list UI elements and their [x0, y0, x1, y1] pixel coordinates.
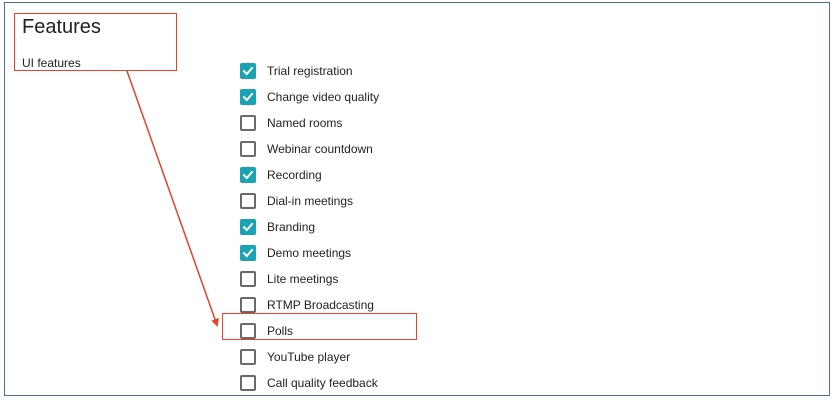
checkbox-change-video-quality[interactable]: [240, 89, 256, 105]
checkbox-trial-registration[interactable]: [240, 63, 256, 79]
feature-item-webinar-countdown[interactable]: Webinar countdown: [240, 136, 379, 162]
checkmark-icon: [242, 66, 254, 76]
feature-label: Trial registration: [267, 64, 353, 78]
feature-label: Branding: [267, 220, 316, 234]
feature-label: YouTube player: [267, 350, 351, 364]
feature-label: Dial-in meetings: [267, 194, 354, 208]
feature-item-demo-meetings[interactable]: Demo meetings: [240, 240, 379, 266]
checkbox-call-quality-feedback[interactable]: [240, 375, 256, 391]
feature-label: Lite meetings: [267, 272, 339, 286]
feature-label: RTMP Broadcasting: [267, 298, 374, 312]
feature-item-polls[interactable]: Polls: [240, 318, 379, 344]
feature-item-call-quality-feedback[interactable]: Call quality feedback: [240, 370, 379, 396]
header-highlight-box: [14, 13, 177, 71]
checkmark-icon: [242, 92, 254, 102]
feature-label: Named rooms: [267, 116, 343, 130]
checkmark-icon: [242, 170, 254, 180]
checkbox-recording[interactable]: [240, 167, 256, 183]
checkbox-rtmp-broadcasting[interactable]: [240, 297, 256, 313]
feature-item-recording[interactable]: Recording: [240, 162, 379, 188]
feature-item-change-video-quality[interactable]: Change video quality: [240, 84, 379, 110]
feature-item-trial-registration[interactable]: Trial registration: [240, 58, 379, 84]
checkmark-icon: [242, 222, 254, 232]
checkbox-webinar-countdown[interactable]: [240, 141, 256, 157]
feature-item-named-rooms[interactable]: Named rooms: [240, 110, 379, 136]
feature-label: Webinar countdown: [267, 142, 373, 156]
feature-item-lite-meetings[interactable]: Lite meetings: [240, 266, 379, 292]
checkbox-branding[interactable]: [240, 219, 256, 235]
feature-item-youtube-player[interactable]: YouTube player: [240, 344, 379, 370]
feature-label: Call quality feedback: [267, 376, 378, 390]
checkbox-polls[interactable]: [240, 323, 256, 339]
checkbox-demo-meetings[interactable]: [240, 245, 256, 261]
checkbox-lite-meetings[interactable]: [240, 271, 256, 287]
checkbox-named-rooms[interactable]: [240, 115, 256, 131]
checkbox-dial-in-meetings[interactable]: [240, 193, 256, 209]
checkmark-icon: [242, 248, 254, 258]
feature-item-rtmp-broadcasting[interactable]: RTMP Broadcasting: [240, 292, 379, 318]
feature-item-branding[interactable]: Branding: [240, 214, 379, 240]
feature-label: Demo meetings: [267, 246, 352, 260]
feature-label: Change video quality: [267, 90, 380, 104]
feature-label: Recording: [267, 168, 322, 182]
feature-item-dial-in-meetings[interactable]: Dial-in meetings: [240, 188, 379, 214]
feature-label: Polls: [267, 324, 294, 338]
feature-list: Trial registration Change video quality …: [240, 58, 379, 396]
checkbox-youtube-player[interactable]: [240, 349, 256, 365]
